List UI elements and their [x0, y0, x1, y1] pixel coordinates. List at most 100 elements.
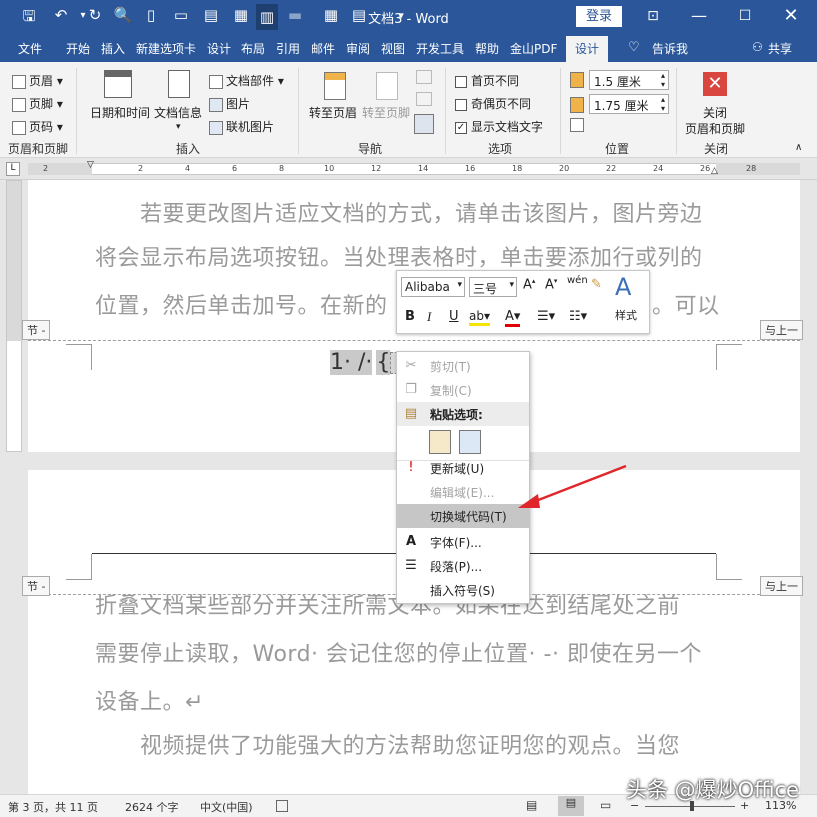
ruler-tick: 20	[559, 164, 570, 173]
header-position-icon	[570, 72, 584, 88]
footer-position-icon	[570, 97, 584, 113]
tab-kingsoft-pdf[interactable]: 金山PDF	[510, 40, 557, 57]
ruler-tick: 22	[606, 164, 617, 173]
insert-alignment-tab-icon[interactable]	[570, 118, 584, 132]
date-time-button[interactable]: 日期和时间	[90, 104, 150, 121]
numbering-icon[interactable]: ☷▾	[569, 309, 587, 324]
styles-label[interactable]: 样式	[615, 307, 637, 323]
shrink-font-icon[interactable]: A▾	[545, 277, 557, 292]
tab-selector-icon[interactable]: L	[6, 162, 20, 176]
tab-file[interactable]: 文件	[18, 40, 42, 57]
tab-layout[interactable]: 布局	[241, 40, 265, 57]
footer-button[interactable]: 页脚 ▾	[12, 95, 63, 112]
first-page-different-checkbox[interactable]: 首页不同	[455, 72, 519, 89]
close-header-footer-line1[interactable]: 关闭	[703, 104, 727, 121]
ruler-tick: 14	[418, 164, 429, 173]
italic-icon[interactable]: I	[427, 309, 431, 325]
highlight-icon[interactable]: ab▾	[469, 309, 490, 326]
annotation-arrow	[518, 464, 627, 508]
picture-button[interactable]: 图片	[209, 95, 250, 112]
body-text-line[interactable]: 若要更改图片适应文档的方式，请单击该图片，图片旁边	[140, 196, 703, 228]
login-button[interactable]: 登录	[576, 6, 622, 27]
body-text-line[interactable]: 将会显示布局选项按钮。当处理表格时，单击要添加行或列的	[95, 240, 703, 272]
bullets-icon[interactable]: ☰▾	[537, 309, 555, 324]
macro-record-icon[interactable]	[276, 800, 288, 812]
minimize-icon[interactable]: —	[684, 4, 714, 28]
header-distance-input[interactable]: 1.5 厘米 ▴ ▾	[589, 70, 669, 90]
grow-font-icon[interactable]: A▴	[523, 277, 535, 292]
share-button[interactable]: 共享	[768, 40, 792, 57]
close-header-footer-icon[interactable]: ✕	[703, 72, 727, 96]
document-info-button[interactable]: 文档信息	[154, 104, 202, 121]
close-icon[interactable]: ✕	[776, 4, 806, 28]
maximize-icon[interactable]: ☐	[730, 4, 760, 28]
body-text-line[interactable]: 需要停止读取，Word· 会记住您的停止位置· -· 即使在另一个	[95, 636, 702, 668]
show-document-text-checkbox[interactable]: ✓ 显示文档文字	[455, 118, 543, 135]
tab-new[interactable]: 新建选项卡	[136, 40, 196, 57]
read-mode-icon[interactable]: ▤	[526, 798, 537, 812]
goto-header-icon	[324, 72, 346, 100]
close-header-footer-line2[interactable]: 页眉和页脚	[685, 120, 745, 137]
font-color-icon[interactable]: A▾	[505, 309, 521, 327]
paste-picture-icon[interactable]	[459, 430, 481, 454]
quick-parts-button[interactable]: 文档部件 ▾	[209, 72, 284, 89]
tab-header-footer-design[interactable]: 设计	[566, 36, 609, 62]
ruler-tick: 18	[512, 164, 523, 173]
language[interactable]: 中文(中国)	[200, 799, 253, 815]
tab-design[interactable]: 设计	[207, 40, 231, 57]
ruler-tick: 2	[138, 164, 144, 173]
print-layout-icon[interactable]: ▤	[558, 796, 584, 816]
previous-icon	[416, 70, 432, 84]
menu-item-font[interactable]: A 字体(F)...	[397, 530, 529, 554]
document-info-icon	[168, 70, 190, 98]
format-painter-icon[interactable]: ✎	[591, 277, 602, 292]
body-text-line[interactable]: 位置，然后单击加号。在新的	[95, 288, 388, 320]
mini-toolbar: Alibaba ▾ 三号 ▾ A▴ A▾ wén ✎ A 样式 B I U ab▾ …	[396, 270, 650, 334]
same-as-previous-label: 与上一	[760, 320, 803, 340]
body-text-line[interactable]: 设备上。↵	[95, 684, 204, 716]
collapse-ribbon-icon[interactable]: ∧	[795, 142, 802, 153]
tab-view[interactable]: 视图	[381, 40, 405, 57]
menu-item-copy: ❐ 复制(C)	[397, 378, 529, 402]
phonetic-guide-icon[interactable]: wén	[567, 275, 588, 286]
online-picture-button[interactable]: 联机图片	[209, 118, 274, 135]
paste-keep-text-icon[interactable]	[429, 430, 451, 454]
font-name-select[interactable]: Alibaba ▾	[401, 277, 465, 297]
same-as-previous-label: 与上一	[760, 576, 803, 596]
body-text-line[interactable]: 视频提供了功能强大的方法帮助您证明您的观点。当您	[140, 728, 680, 760]
horizontal-ruler: L 2 2 4 6 8 10 12 14 16 18 20 22 24 26 2…	[0, 158, 817, 180]
header-button[interactable]: 页眉 ▾	[12, 72, 63, 89]
menu-item-paragraph[interactable]: ☰ 段落(P)...	[397, 554, 529, 578]
tab-help[interactable]: 帮助	[475, 40, 499, 57]
tab-home[interactable]: 开始	[66, 40, 90, 57]
font-size-select[interactable]: 三号 ▾	[469, 277, 517, 297]
odd-even-different-checkbox[interactable]: 奇偶页不同	[455, 95, 531, 112]
tab-mailings[interactable]: 邮件	[311, 40, 335, 57]
menu-item-insert-symbol[interactable]: 插入符号(S)	[397, 578, 529, 602]
right-indent-marker-icon[interactable]: △	[711, 166, 718, 176]
tab-review[interactable]: 审阅	[346, 40, 370, 57]
word-count[interactable]: 2624 个字	[125, 799, 179, 815]
ruler-tick: 2	[43, 164, 49, 173]
link-previous-icon[interactable]	[414, 114, 434, 134]
footer-distance-input[interactable]: 1.75 厘米 ▴ ▾	[589, 94, 669, 114]
body-text-line[interactable]: 折叠文档某些部分并关注所需文本。如果在达到结尾处之前	[95, 588, 680, 620]
tab-developer[interactable]: 开发工具	[416, 40, 464, 57]
tab-references[interactable]: 引用	[276, 40, 300, 57]
body-text-line[interactable]: 。可以	[652, 288, 720, 320]
page-number-button[interactable]: 页码 ▾	[12, 118, 63, 135]
section-label: 节 -	[22, 320, 51, 340]
styles-icon[interactable]: A	[615, 273, 631, 301]
tab-insert[interactable]: 插入	[101, 40, 125, 57]
bold-icon[interactable]: B	[405, 309, 415, 324]
web-layout-icon[interactable]: ▭	[600, 798, 611, 812]
ribbon-display-icon[interactable]: ⊡	[638, 4, 668, 28]
page-count[interactable]: 第 3 页，共 11 页	[8, 799, 98, 815]
goto-header-button[interactable]: 转至页眉	[309, 104, 357, 121]
underline-icon[interactable]: U	[449, 309, 459, 324]
tell-me[interactable]: 告诉我	[652, 40, 688, 57]
menu-item-paste-options: ▤ 粘贴选项:	[397, 402, 529, 426]
doc-info-dropdown-icon[interactable]: ▾	[176, 122, 181, 132]
indent-marker-icon[interactable]: ▽	[87, 160, 94, 170]
share-icon: ⚇	[752, 40, 763, 54]
